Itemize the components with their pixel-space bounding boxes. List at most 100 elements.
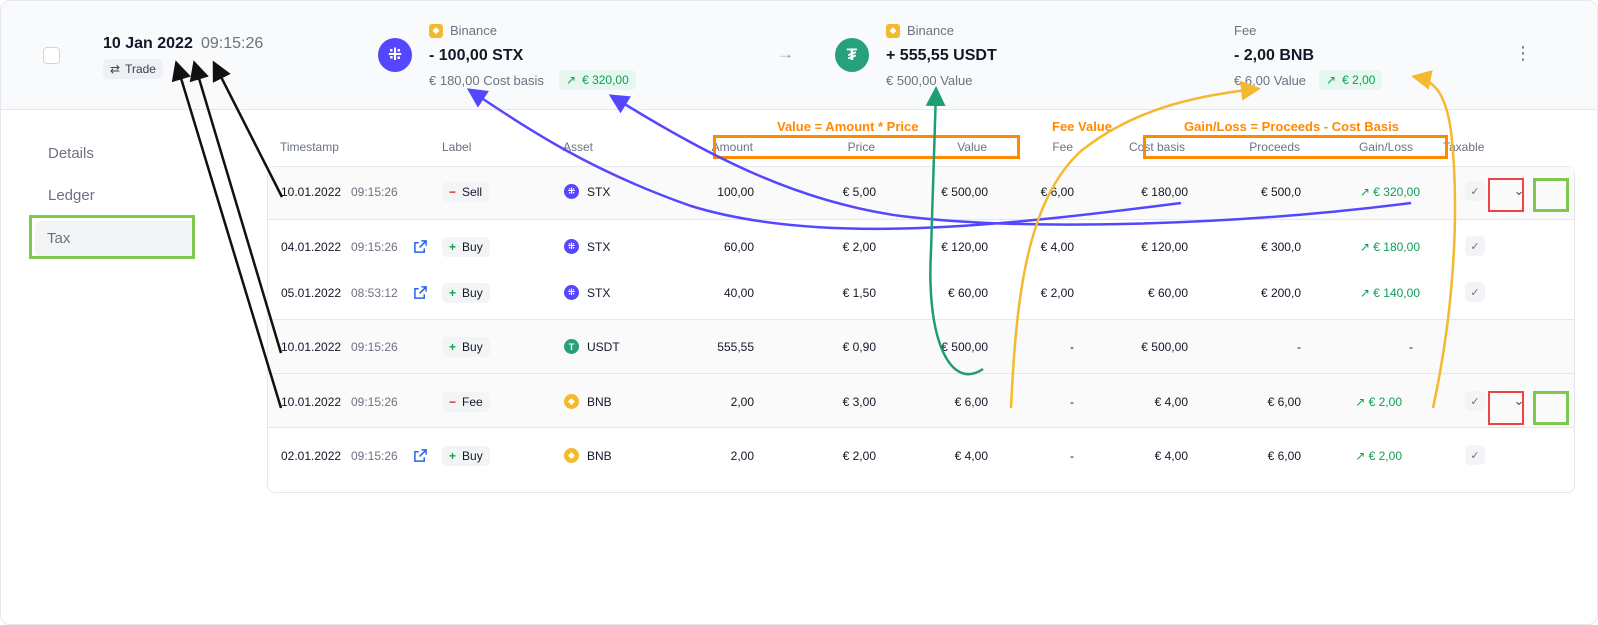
row-cost-basis: € 4,00	[1154, 449, 1188, 463]
row-date: 10.01.2022	[281, 340, 342, 354]
taxable-check-icon[interactable]: ✓	[1465, 391, 1485, 411]
fee-amount: - 2,00 BNB	[1234, 47, 1315, 64]
row-date: 04.01.2022	[281, 240, 342, 254]
sent-gain-badge: ↗ € 320,00	[559, 70, 636, 90]
more-options-icon[interactable]: ⋮	[1514, 43, 1532, 64]
row-proceeds: € 300,0	[1260, 240, 1301, 254]
row-gain: -	[1409, 340, 1413, 354]
arrow-right-icon: →	[777, 44, 794, 63]
row-price: € 2,00	[842, 240, 876, 254]
fee-gain-badge: ↗ € 2,00	[1319, 70, 1383, 90]
stx-icon: ⁜	[564, 184, 579, 199]
row-time: 09:15:26	[351, 185, 398, 199]
row-proceeds: € 200,0	[1260, 286, 1301, 300]
row-date: 05.01.2022	[281, 286, 342, 300]
stx-icon: ⁜	[564, 285, 579, 300]
label-badge: + Buy	[442, 237, 490, 257]
external-link-icon[interactable]	[414, 240, 427, 253]
row-price: € 5,00	[842, 185, 876, 199]
bnb-icon: ◆	[564, 394, 579, 409]
row-proceeds: € 6,00	[1267, 449, 1301, 463]
expand-highlight-box	[1533, 178, 1569, 212]
col-fee: Fee	[1052, 140, 1073, 154]
row-time: 08:53:12	[351, 286, 398, 300]
arrow-up-right-icon: ↗	[1355, 449, 1366, 463]
row-asset: STX	[587, 240, 611, 254]
transaction-header: 10 Jan 2022 09:15:26 ⇄ Trade ⁜ ◆ Binance…	[1, 1, 1597, 110]
taxable-highlight-box	[1488, 391, 1524, 425]
row-asset: STX	[587, 286, 611, 300]
row-gain: ↗ € 2,00	[1355, 395, 1402, 409]
binance-icon: ◆	[886, 23, 900, 38]
table-row: 02.01.2022 09:15:26 + Buy ◆ BNB 2,00 € 2…	[268, 427, 1574, 492]
usdt-icon: T	[564, 339, 579, 354]
sent-exchange: ◆ Binance	[429, 23, 497, 38]
row-fee: -	[1070, 340, 1074, 354]
row-gain: ↗ € 180,00	[1359, 240, 1420, 254]
row-value: € 4,00	[954, 449, 988, 463]
external-link-icon[interactable]	[414, 449, 427, 462]
taxable-check-icon[interactable]: ✓	[1465, 282, 1485, 302]
row-price: € 0,90	[842, 340, 876, 354]
row-price: € 2,00	[842, 449, 876, 463]
row-value: € 500,00	[941, 185, 988, 199]
expand-highlight-box	[1533, 391, 1569, 425]
value-columns-box	[713, 135, 1020, 159]
row-gain: ↗ € 140,00	[1359, 286, 1420, 300]
sidebar-item-ledger[interactable]: Ledger	[48, 187, 95, 204]
table-row: 05.01.2022 08:53:12 + Buy ⁜ STX 40,00 € …	[268, 266, 1574, 319]
received-exchange: ◆ Binance	[886, 23, 954, 38]
col-asset: Asset	[563, 140, 594, 154]
sidebar-item-details[interactable]: Details	[48, 145, 94, 162]
row-fee: -	[1070, 449, 1074, 463]
fee-label: Fee	[1234, 23, 1257, 38]
taxable-check-icon[interactable]: ✓	[1465, 445, 1485, 465]
tax-highlight-box	[29, 215, 195, 259]
row-date: 02.01.2022	[281, 449, 342, 463]
col-taxable: Taxable	[1443, 140, 1485, 154]
taxable-check-icon[interactable]: ✓	[1465, 236, 1485, 256]
arrow-up-right-icon: ↗	[1355, 395, 1366, 409]
row-proceeds: € 6,00	[1267, 395, 1301, 409]
table-row: 10.01.2022 09:15:26 − Sell ⁜ STX 100,00 …	[268, 167, 1574, 219]
usdt-icon: ₮	[835, 38, 869, 72]
taxable-check-icon[interactable]: ✓	[1465, 181, 1485, 201]
external-link-icon[interactable]	[414, 286, 427, 299]
arrow-up-right-icon: ↗	[1326, 73, 1337, 87]
label-badge: + Buy	[442, 446, 490, 466]
row-amount: 2,00	[730, 395, 754, 409]
row-proceeds: -	[1297, 340, 1301, 354]
col-label: Label	[442, 140, 472, 154]
label-badge: + Buy	[442, 337, 490, 357]
row-value: € 6,00	[954, 395, 988, 409]
binance-icon: ◆	[429, 23, 443, 38]
row-time: 09:15:26	[351, 240, 398, 254]
row-fee: € 2,00	[1040, 286, 1074, 300]
row-cost-basis: € 120,00	[1141, 240, 1188, 254]
row-asset: BNB	[587, 449, 612, 463]
row-asset: BNB	[587, 395, 612, 409]
row-amount: 100,00	[717, 185, 754, 199]
label-badge: + Buy	[442, 283, 490, 303]
row-cost-basis: € 4,00	[1154, 395, 1188, 409]
value-formula-annotation: Value = Amount * Price	[777, 119, 919, 134]
row-asset: STX	[587, 185, 611, 199]
select-checkbox[interactable]	[43, 47, 60, 64]
row-value: € 500,00	[941, 340, 988, 354]
sent-amount: - 100,00 STX	[429, 47, 524, 64]
label-badge: − Sell	[442, 182, 490, 202]
row-amount: 40,00	[723, 286, 754, 300]
row-fee: € 6,00	[1040, 185, 1074, 199]
row-cost-basis: € 60,00	[1147, 286, 1188, 300]
header-date: 10 Jan 2022	[103, 35, 193, 52]
gain-formula-annotation: Gain/Loss = Proceeds - Cost Basis	[1184, 119, 1399, 134]
tax-table: 10.01.2022 09:15:26 − Sell ⁜ STX 100,00 …	[267, 166, 1575, 493]
col-timestamp: Timestamp	[280, 140, 339, 154]
bnb-icon: ◆	[564, 448, 579, 463]
table-row: 04.01.2022 09:15:26 + Buy ⁜ STX 60,00 € …	[268, 219, 1574, 267]
table-row: 10.01.2022 09:15:26 + Buy T USDT 555,55 …	[268, 319, 1574, 374]
row-asset: USDT	[587, 340, 620, 354]
row-value: € 120,00	[941, 240, 988, 254]
header-time: 09:15:26	[201, 35, 264, 52]
row-cost-basis: € 180,00	[1141, 185, 1188, 199]
